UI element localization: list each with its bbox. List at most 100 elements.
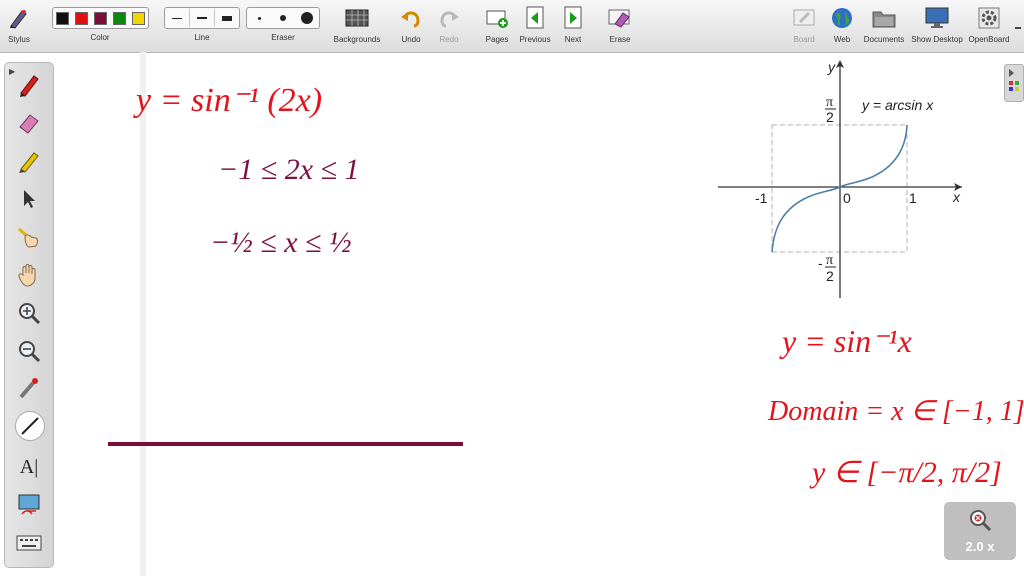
- pages-button[interactable]: Pages: [482, 0, 512, 52]
- hand-pointer-icon: [18, 227, 38, 248]
- line-tool[interactable]: [15, 411, 45, 441]
- top-toolbar: Stylus Color Line Eraser Backgrounds Und…: [0, 0, 1024, 53]
- palette-tab-icon: [1009, 69, 1019, 91]
- zoom-out-tool[interactable]: [13, 335, 45, 367]
- color-swatch-green[interactable]: [112, 11, 126, 25]
- color-swatch-yellow[interactable]: [131, 11, 145, 25]
- virtual-keyboard-tool[interactable]: [13, 527, 45, 559]
- hand-tool[interactable]: [13, 259, 45, 291]
- zoom-level-label: 2.0 x: [965, 539, 995, 554]
- undo-button[interactable]: Undo: [396, 0, 426, 52]
- backgrounds-button[interactable]: Backgrounds: [330, 0, 384, 52]
- eraser-label: Eraser: [271, 33, 295, 42]
- openboard-button[interactable]: OpenBoard: [966, 0, 1012, 52]
- redo-icon: [436, 5, 462, 31]
- left-note-line2: −1 ≤ 2x ≤ 1: [218, 153, 360, 186]
- previous-button[interactable]: Previous: [514, 0, 556, 52]
- color-swatch-black[interactable]: [55, 11, 69, 25]
- zoom-indicator[interactable]: 2.0 x: [944, 502, 1016, 560]
- laser-pointer-tool[interactable]: [13, 373, 45, 405]
- next-button[interactable]: Next: [558, 0, 588, 52]
- documents-label: Documents: [863, 35, 905, 44]
- erase-button[interactable]: Erase: [604, 0, 636, 52]
- documents-button[interactable]: Documents: [860, 0, 908, 52]
- interact-tool[interactable]: [13, 221, 45, 253]
- eraser-small[interactable]: [247, 9, 271, 27]
- redo-button[interactable]: Redo: [434, 0, 464, 52]
- color-swatch-red[interactable]: [74, 11, 88, 25]
- show-desktop-button[interactable]: Show Desktop: [908, 0, 966, 52]
- right-palette-tab[interactable]: [1004, 64, 1024, 102]
- erase-board-icon: [607, 5, 633, 31]
- previous-label: Previous: [519, 35, 551, 44]
- y-axis-label: y: [827, 59, 836, 75]
- tick-label-0: 0: [843, 190, 851, 206]
- backgrounds-icon: [344, 5, 370, 31]
- color-group: Color: [44, 0, 156, 52]
- select-tool[interactable]: [13, 183, 45, 215]
- line-medium[interactable]: [190, 9, 215, 27]
- line-thin[interactable]: [165, 9, 190, 27]
- right-note-line1: y = sin⁻¹x: [779, 323, 912, 359]
- board-button[interactable]: Board: [788, 0, 820, 52]
- color-swatch-maroon[interactable]: [93, 11, 107, 25]
- tick-label-1: 1: [909, 190, 917, 206]
- color-picker[interactable]: [51, 7, 149, 29]
- redo-label: Redo: [439, 35, 459, 44]
- minimize-icon[interactable]: [1014, 18, 1022, 30]
- arcsin-graph: y x y = arcsin x -1 0 1 π 2 - π 2: [718, 59, 962, 298]
- two-bottom-label: 2: [826, 268, 834, 284]
- line-thick[interactable]: [215, 9, 239, 27]
- line-draw-icon: [21, 417, 39, 435]
- whiteboard-canvas[interactable]: y = sin⁻¹ (2x) −1 ≤ 2x ≤ 1 −½ ≤ x ≤ ½ y …: [0, 52, 1024, 576]
- eraser-size-picker[interactable]: [246, 7, 320, 29]
- tick-label-neg1: -1: [755, 190, 768, 206]
- next-label: Next: [564, 35, 582, 44]
- right-note-line2: Domain = x ∈ [−1, 1]: [767, 396, 1024, 427]
- zoom-in-tool[interactable]: [13, 297, 45, 329]
- zoom-reset-icon: [970, 510, 992, 532]
- eraser-group: Eraser: [246, 0, 320, 52]
- stylus-button[interactable]: Stylus: [2, 0, 36, 52]
- line-width-picker[interactable]: [164, 7, 240, 29]
- margin-band: [140, 52, 146, 576]
- board-icon: [791, 5, 817, 31]
- next-page-icon: [560, 5, 586, 31]
- pen-icon: [20, 75, 39, 97]
- pen-tool[interactable]: [13, 69, 45, 101]
- pi-top-label: π: [826, 95, 833, 110]
- eraser-large[interactable]: [295, 9, 319, 27]
- capture-tool[interactable]: [13, 489, 45, 521]
- zoom-out-icon: [19, 341, 41, 363]
- minus-label: -: [818, 255, 823, 271]
- eraser-tool[interactable]: [13, 107, 45, 139]
- zoom-in-icon: [19, 303, 41, 325]
- web-label: Web: [833, 35, 851, 44]
- left-note-line3: −½ ≤ x ≤ ½: [210, 226, 352, 259]
- openboard-label: OpenBoard: [968, 35, 1010, 44]
- x-axis-label: x: [952, 189, 961, 205]
- right-note-line3: y ∈ [−π/2, π/2]: [809, 456, 1002, 489]
- web-button[interactable]: Web: [826, 0, 858, 52]
- backgrounds-label: Backgrounds: [333, 35, 381, 44]
- folder-icon: [871, 5, 897, 31]
- highlighter-tool[interactable]: [13, 145, 45, 177]
- eraser-medium[interactable]: [271, 9, 295, 27]
- line-label: Line: [194, 33, 210, 42]
- hand-icon: [18, 264, 36, 287]
- text-tool[interactable]: A|: [13, 451, 45, 483]
- undo-icon: [398, 5, 424, 31]
- globe-icon: [829, 5, 855, 31]
- gear-icon: [976, 5, 1002, 31]
- stylus-icon: [6, 5, 32, 31]
- monitor-icon: [924, 5, 950, 31]
- undo-label: Undo: [401, 35, 421, 44]
- stylus-label: Stylus: [8, 35, 30, 44]
- cursor-arrow-icon: [24, 190, 35, 208]
- pages-label: Pages: [485, 35, 509, 44]
- eraser-icon: [19, 114, 39, 134]
- keyboard-icon: [16, 535, 42, 551]
- erase-label: Erase: [609, 35, 631, 44]
- color-label: Color: [90, 33, 110, 42]
- previous-page-icon: [522, 5, 548, 31]
